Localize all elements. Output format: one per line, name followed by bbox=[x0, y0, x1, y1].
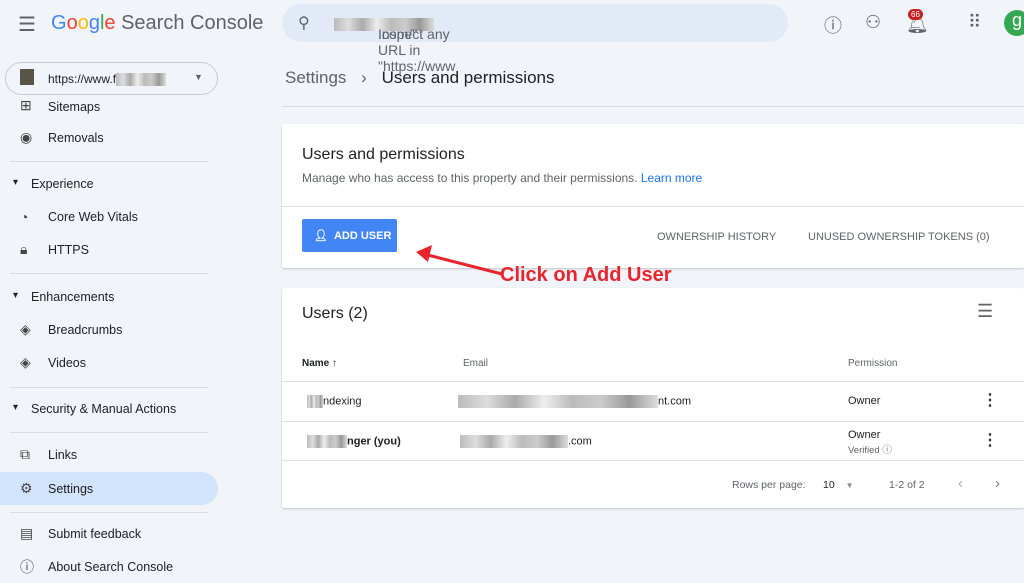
more-options-icon[interactable]: ⋮ bbox=[982, 430, 998, 450]
sidebar-item-breadcrumbs[interactable]: ◈ Breadcrumbs bbox=[0, 313, 218, 346]
eye-off-icon: ◉ bbox=[20, 129, 33, 145]
url-inspect-search[interactable]: ⚲ Inspect any URL in "https://www .com/" bbox=[282, 4, 788, 74]
sidebar-item-sitemaps[interactable]: ⊞ Sitemaps bbox=[0, 96, 218, 114]
rows-per-page-label: Rows per page: bbox=[732, 479, 806, 491]
chevron-right-icon: › bbox=[361, 68, 367, 87]
top-bar: ☰ Google Search Console ⚲ Inspect any UR… bbox=[0, 0, 1024, 74]
sidebar-item-settings[interactable]: ⚙ Settings bbox=[0, 472, 218, 505]
divider bbox=[10, 161, 208, 162]
divider bbox=[282, 381, 1024, 382]
user-email: .com bbox=[460, 435, 592, 448]
pagination-range: 1-2 of 2 bbox=[889, 479, 925, 491]
annotation-arrow bbox=[416, 245, 503, 276]
search-placeholder: Inspect any URL in "https://www .com/" bbox=[330, 15, 455, 74]
column-email: Email bbox=[463, 358, 489, 369]
column-permission: Permission bbox=[848, 358, 898, 369]
sidebar-item-removals[interactable]: ◉ Removals bbox=[0, 121, 218, 154]
ownership-history-button[interactable]: OWNERSHIP HISTORY bbox=[657, 231, 776, 243]
links-icon: ⧉ bbox=[20, 446, 30, 462]
section-enhancements[interactable]: Enhancements bbox=[13, 290, 114, 304]
sidebar-item-links[interactable]: ⧉ Links bbox=[0, 438, 218, 471]
arrow-up-icon: ↑ bbox=[332, 358, 338, 369]
breadcrumb-parent[interactable]: Settings bbox=[285, 68, 346, 87]
card-description: Manage who has access to this property a… bbox=[302, 171, 703, 185]
divider bbox=[282, 421, 1024, 422]
section-security[interactable]: Security & Manual Actions bbox=[13, 402, 176, 416]
logo: Google Search Console bbox=[51, 12, 264, 34]
help-icon[interactable]: ⓘ bbox=[824, 12, 842, 38]
avatar[interactable]: g bbox=[1004, 10, 1024, 36]
user-name: ndexing bbox=[307, 395, 362, 408]
property-selector[interactable]: https://www.f ▼ bbox=[5, 62, 218, 95]
property-favicon bbox=[20, 69, 34, 85]
column-name[interactable]: Name ↑ bbox=[302, 358, 337, 369]
more-options-icon[interactable]: ⋮ bbox=[982, 390, 998, 410]
annotation-text: Click on Add User bbox=[500, 264, 672, 286]
apps-grid-icon[interactable]: ⠿ bbox=[968, 12, 981, 33]
info-icon: ⓘ bbox=[20, 558, 34, 575]
layers-icon: ◈ bbox=[20, 354, 31, 370]
gear-icon: ⚙ bbox=[20, 480, 33, 496]
divider bbox=[10, 273, 208, 274]
divider bbox=[10, 512, 208, 513]
user-email: nt.com bbox=[458, 395, 691, 408]
feedback-icon: ▤ bbox=[20, 525, 34, 541]
sidebar-item-https[interactable]: 🔒︎ HTTPS bbox=[0, 233, 218, 266]
breadcrumb-current: Users and permissions bbox=[381, 68, 555, 87]
user-permission: Owner bbox=[848, 395, 881, 407]
chevron-down-icon: ▼ bbox=[845, 481, 854, 490]
prev-page-icon[interactable]: ‹ bbox=[958, 475, 963, 492]
sidebar-item-about[interactable]: ⓘ About Search Console bbox=[0, 550, 218, 583]
divider bbox=[282, 460, 1024, 461]
users-title: Users (2) bbox=[302, 305, 368, 322]
rows-per-page-select[interactable]: 10 ▼ bbox=[823, 479, 854, 491]
users-card: Users (2) ☰ Name ↑ Email Permission ndex… bbox=[282, 288, 1024, 508]
permissions-card: Users and permissions Manage who has acc… bbox=[282, 124, 1024, 268]
gauge-icon: ◔ bbox=[20, 208, 29, 225]
sitemap-icon: ⊞ bbox=[20, 97, 32, 113]
product-name: Search Console bbox=[121, 12, 264, 34]
search-icon: ⚲ bbox=[298, 15, 310, 32]
notification-badge: 66 bbox=[908, 9, 923, 20]
lock-icon: 🔒︎ bbox=[20, 241, 28, 257]
section-experience[interactable]: Experience bbox=[13, 177, 94, 191]
add-user-button[interactable]: 👤︎ ADD USER bbox=[302, 219, 397, 252]
add-person-icon: 👤︎ bbox=[314, 230, 328, 242]
sidebar-item-videos[interactable]: ◈ Videos bbox=[0, 346, 218, 379]
property-url: https://www.f bbox=[48, 72, 167, 87]
chevron-down-icon: ▼ bbox=[194, 72, 203, 82]
user-name: nger (you) bbox=[307, 435, 401, 448]
verified-status: Verified ⓘ bbox=[848, 445, 892, 456]
learn-more-link[interactable]: Learn more bbox=[641, 171, 702, 185]
user-permission: Owner bbox=[848, 429, 881, 441]
divider bbox=[10, 387, 208, 388]
divider bbox=[282, 206, 1024, 207]
divider bbox=[282, 106, 1024, 107]
sidebar-item-core-web-vitals[interactable]: ◔ Core Web Vitals bbox=[0, 200, 218, 233]
menu-icon[interactable]: ☰ bbox=[18, 12, 36, 37]
manage-users-icon[interactable]: ⚇ bbox=[865, 12, 881, 33]
layers-icon: ◈ bbox=[20, 321, 31, 337]
card-title: Users and permissions bbox=[302, 146, 465, 163]
filter-icon[interactable]: ☰ bbox=[977, 301, 993, 322]
next-page-icon[interactable]: › bbox=[995, 475, 1000, 492]
breadcrumb: Settings › Users and permissions bbox=[285, 68, 554, 88]
sidebar-item-feedback[interactable]: ▤ Submit feedback bbox=[0, 517, 218, 550]
unused-tokens-button[interactable]: UNUSED OWNERSHIP TOKENS (0) bbox=[808, 231, 990, 243]
divider bbox=[10, 432, 208, 433]
help-icon[interactable]: ⓘ bbox=[882, 445, 892, 456]
